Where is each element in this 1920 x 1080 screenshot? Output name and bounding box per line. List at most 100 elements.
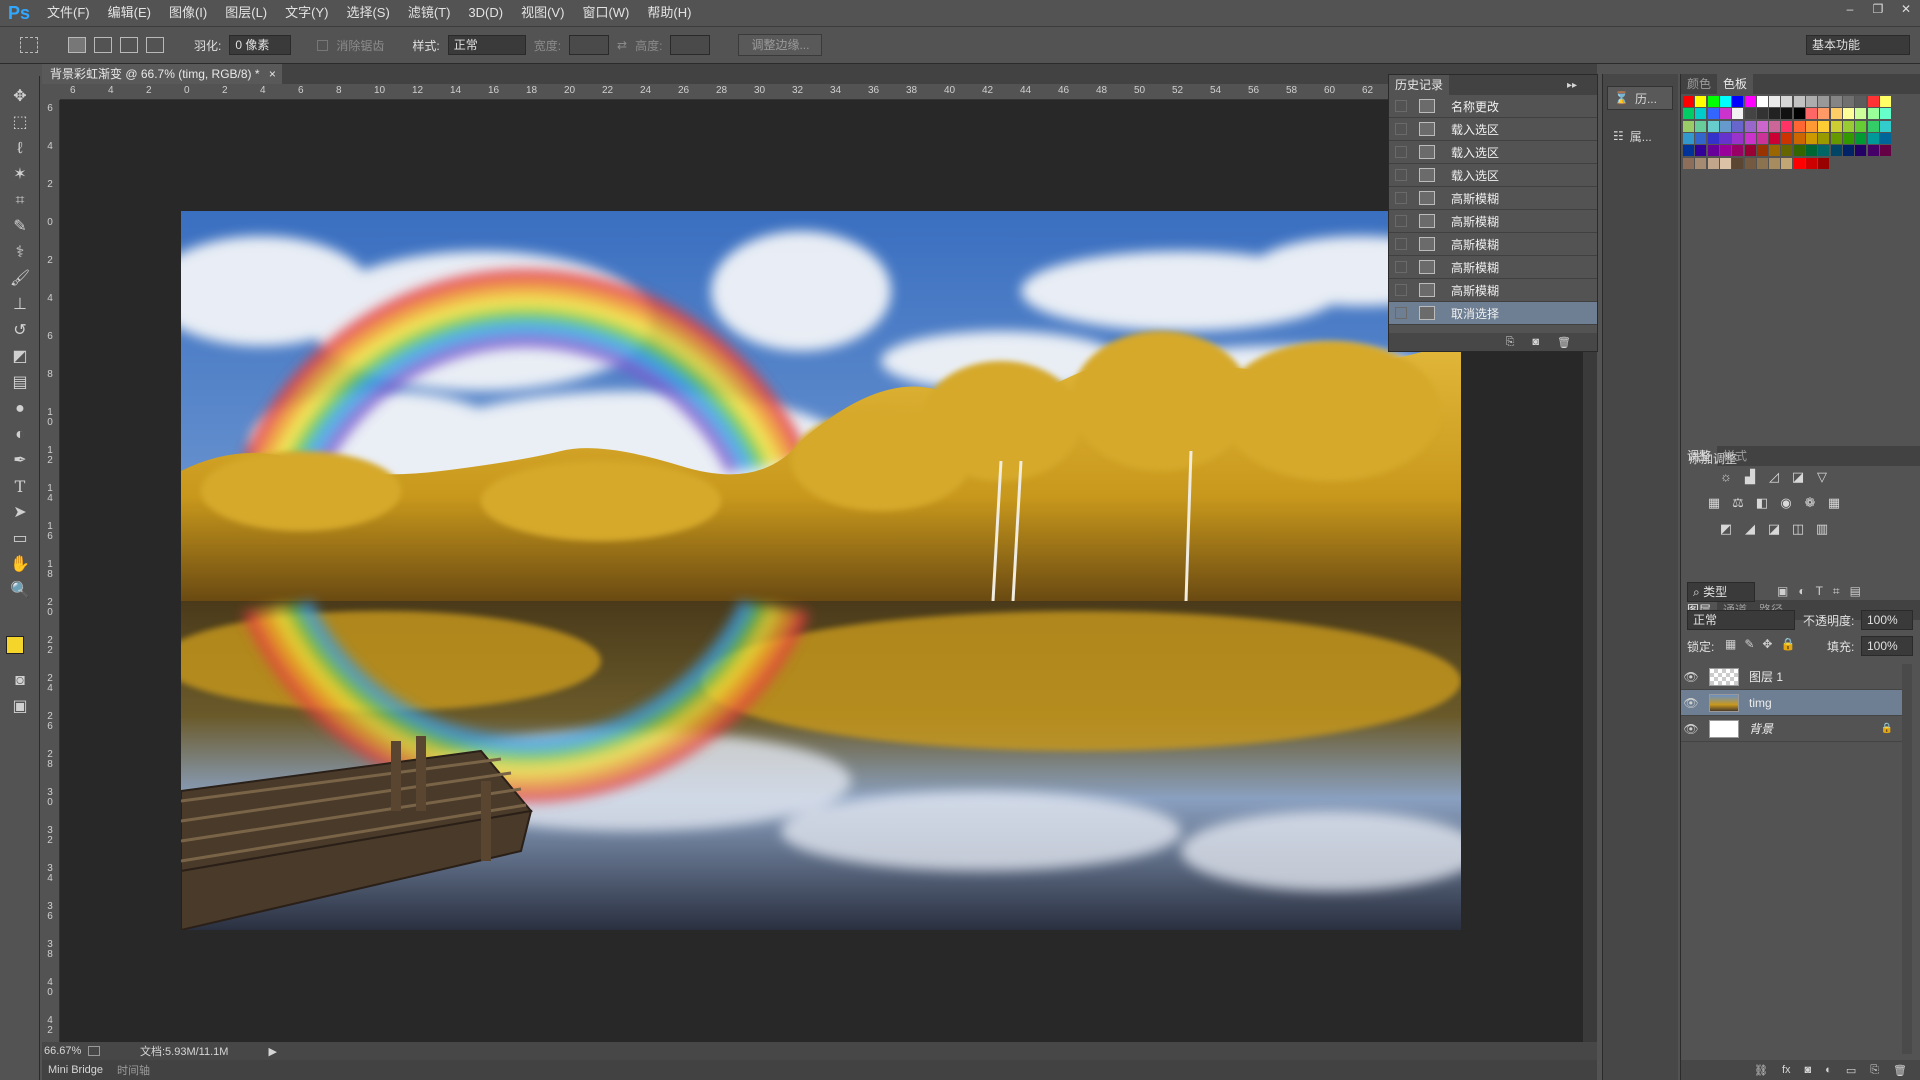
- layers-scrollbar[interactable]: [1902, 664, 1912, 1054]
- link-layers-icon[interactable]: ⛓: [1754, 1064, 1768, 1077]
- color-swatch[interactable]: [1793, 145, 1805, 157]
- hand-tool-icon[interactable]: ✋: [8, 554, 32, 576]
- color-swatch[interactable]: [1781, 120, 1793, 132]
- color-swatch[interactable]: [1744, 157, 1756, 169]
- brightness-icon[interactable]: ☼: [1717, 470, 1735, 484]
- color-swatch[interactable]: [1683, 120, 1694, 132]
- history-source-checkbox[interactable]: [1395, 146, 1407, 158]
- swatches-grid[interactable]: [1681, 94, 1920, 344]
- style-select[interactable]: 正常: [447, 35, 526, 55]
- color-swatch[interactable]: [1867, 108, 1879, 120]
- color-swatch[interactable]: [1683, 108, 1694, 120]
- zoom-tool-icon[interactable]: 🔍: [8, 580, 32, 602]
- color-swatch[interactable]: [1842, 96, 1854, 107]
- layer-filter-select[interactable]: ⌕ 类型: [1687, 582, 1755, 602]
- gradient-map-icon[interactable]: ▥: [1813, 522, 1831, 536]
- vibrance-icon[interactable]: ▽: [1813, 470, 1831, 484]
- color-swatch[interactable]: [1719, 108, 1731, 120]
- history-source-checkbox[interactable]: [1395, 123, 1407, 135]
- antialias-checkbox[interactable]: [317, 39, 329, 51]
- crop-tool-icon[interactable]: ⌗: [8, 190, 32, 212]
- color-swatch[interactable]: [1793, 120, 1805, 132]
- color-swatch[interactable]: [1806, 96, 1817, 107]
- threshold-icon[interactable]: ◪: [1765, 522, 1783, 536]
- color-swatch[interactable]: [1707, 157, 1719, 169]
- add-mask-icon[interactable]: ◙: [1805, 1064, 1812, 1076]
- quick-mask-icon[interactable]: ◙: [8, 670, 32, 692]
- subtract-selection-icon[interactable]: [120, 37, 138, 53]
- color-swatch[interactable]: [1818, 157, 1830, 169]
- lasso-tool-icon[interactable]: ℓ: [8, 138, 32, 160]
- color-swatch[interactable]: [1719, 157, 1731, 169]
- color-swatch[interactable]: [1879, 145, 1891, 157]
- color-swatch[interactable]: [1830, 96, 1842, 107]
- color-swatch[interactable]: [1806, 145, 1817, 157]
- color-swatch[interactable]: [1793, 132, 1805, 144]
- history-item[interactable]: 高斯模糊: [1389, 256, 1597, 279]
- color-swatch[interactable]: [1756, 145, 1768, 157]
- path-select-tool-icon[interactable]: ➤: [8, 502, 32, 524]
- shape-tool-icon[interactable]: ▭: [8, 528, 32, 550]
- color-swatch[interactable]: [1855, 145, 1867, 157]
- color-swatch[interactable]: [1867, 96, 1879, 107]
- color-swatch[interactable]: [1855, 120, 1867, 132]
- color-swatch[interactable]: [1781, 145, 1793, 157]
- color-swatch[interactable]: [1744, 120, 1756, 132]
- color-swatch[interactable]: [1744, 108, 1756, 120]
- color-swatch[interactable]: [1732, 145, 1744, 157]
- color-swatch[interactable]: [1719, 120, 1731, 132]
- feather-input[interactable]: 0 像素: [229, 35, 292, 55]
- color-swatch[interactable]: [1732, 96, 1744, 107]
- history-item[interactable]: 高斯模糊: [1389, 187, 1597, 210]
- layer-row[interactable]: 👁 timg: [1681, 690, 1903, 716]
- color-swatch[interactable]: [1756, 96, 1768, 107]
- move-tool-icon[interactable]: ✥: [8, 86, 32, 108]
- color-swatch[interactable]: [1879, 120, 1891, 132]
- color-swatch[interactable]: [1695, 145, 1707, 157]
- history-source-checkbox[interactable]: [1395, 169, 1407, 181]
- color-swatch[interactable]: [1867, 120, 1879, 132]
- color-swatch[interactable]: [1744, 132, 1756, 144]
- color-swatch[interactable]: [1769, 96, 1781, 107]
- visibility-eye-icon[interactable]: 👁: [1681, 722, 1701, 736]
- exposure-icon[interactable]: ◪: [1789, 470, 1807, 484]
- color-swatch[interactable]: [1879, 96, 1891, 107]
- curves-icon[interactable]: ◿: [1765, 470, 1783, 484]
- color-swatch[interactable]: [1842, 120, 1854, 132]
- color-swatch[interactable]: [1781, 157, 1793, 169]
- color-swatch[interactable]: [1806, 157, 1817, 169]
- menu-edit[interactable]: 编辑(E): [99, 0, 160, 26]
- color-swatch[interactable]: [1842, 145, 1854, 157]
- color-swatch[interactable]: [1793, 96, 1805, 107]
- color-swatch[interactable]: [1781, 96, 1793, 107]
- color-swatch[interactable]: [1769, 157, 1781, 169]
- refine-edge-button[interactable]: 调整边缘...: [738, 34, 823, 56]
- color-swatch[interactable]: [1867, 132, 1879, 144]
- color-swatch[interactable]: [1695, 108, 1707, 120]
- tab-history[interactable]: 历史记录: [1389, 75, 1450, 95]
- history-item[interactable]: 载入选区: [1389, 164, 1597, 187]
- magic-wand-tool-icon[interactable]: ✶: [8, 164, 32, 186]
- history-item[interactable]: 高斯模糊: [1389, 210, 1597, 233]
- healing-brush-tool-icon[interactable]: ⚕: [8, 242, 32, 264]
- color-swatch[interactable]: [1769, 108, 1781, 120]
- color-swatch[interactable]: [1732, 108, 1744, 120]
- marquee-tool-icon[interactable]: ⬚: [8, 112, 32, 134]
- zoom-level[interactable]: 66.67%: [44, 1045, 88, 1057]
- document-image[interactable]: [181, 211, 1461, 930]
- brush-tool-icon[interactable]: 🖌: [8, 268, 32, 290]
- menu-image[interactable]: 图像(I): [160, 0, 216, 26]
- history-panel-button[interactable]: ⌛ 历...: [1607, 86, 1673, 110]
- document-tab[interactable]: 背景彩虹渐变 @ 66.7% (timg, RGB/8) * ×: [42, 64, 282, 84]
- channel-mixer-icon[interactable]: ❁: [1801, 496, 1819, 510]
- color-swatch[interactable]: [1683, 157, 1694, 169]
- gradient-tool-icon[interactable]: ▤: [8, 372, 32, 394]
- width-input[interactable]: [569, 35, 610, 55]
- color-swatch[interactable]: [1867, 145, 1879, 157]
- color-swatch[interactable]: [1818, 120, 1830, 132]
- history-source-checkbox[interactable]: [1395, 192, 1407, 204]
- new-group-icon[interactable]: ▭: [1846, 1064, 1856, 1077]
- color-swatch[interactable]: [1695, 120, 1707, 132]
- menu-file[interactable]: 文件(F): [38, 0, 99, 26]
- layer-name[interactable]: 背景: [1749, 720, 1773, 737]
